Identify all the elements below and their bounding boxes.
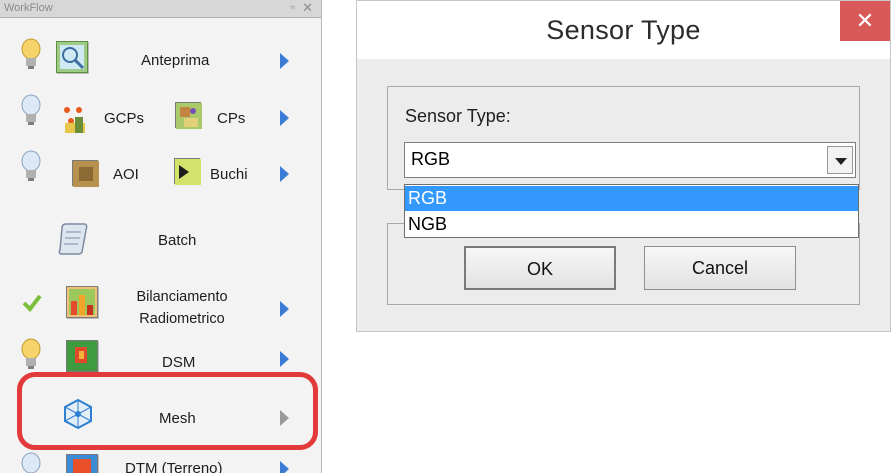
panel-titlebar: WorkFlow ₕ ✕ [0,0,321,18]
workflow-item-bilanciamento[interactable]: Bilanciamento Radiometrico [0,282,321,338]
cancel-button[interactable]: Cancel [644,246,796,290]
lightbulb-icon [21,94,41,125]
chevron-right-icon[interactable] [278,165,290,183]
chevron-right-icon[interactable] [278,350,290,368]
close-icon[interactable]: ✕ [840,1,890,41]
item-label: Bilanciamento Radiometrico [136,289,228,327]
aoi-icon [72,160,99,187]
sensor-type-label: Sensor Type: [405,106,511,126]
chevron-down-icon[interactable] [827,146,853,174]
lightbulb-icon [21,452,41,473]
dialog-title: Sensor Type [546,15,701,45]
item-label: Anteprima [141,52,210,69]
workflow-item-anteprima[interactable]: Anteprima [0,34,321,84]
ok-button[interactable]: OK [464,246,616,290]
scroll-icon [56,222,90,256]
chevron-right-icon[interactable] [278,300,290,318]
panel-title: WorkFlow [4,2,53,14]
dialog-titlebar: Sensor Type ✕ [357,1,890,59]
buchi-icon [174,158,201,185]
sensor-type-select[interactable]: RGB [404,142,856,178]
item-label: GCPs [104,110,145,127]
radiometric-icon [66,286,98,318]
mesh-highlight-annotation [17,372,318,450]
gcps-icon [60,104,86,133]
sensor-type-dropdown-list: RGB NGB [404,184,859,238]
preview-icon [56,41,88,73]
option-rgb[interactable]: RGB [405,186,858,211]
item-label-2: Buchi [210,166,248,183]
item-label: DTM (Terreno) [125,460,223,473]
selected-value: RGB [411,149,451,169]
item-label: Batch [158,232,197,249]
item-label: DSM [162,354,196,371]
close-icon[interactable]: ✕ [302,0,313,16]
dsm-icon [66,340,98,372]
workflow-item-batch[interactable]: Batch [0,218,321,268]
item-label-2: CPs [217,110,246,127]
workflow-item-gcps[interactable]: GCPs CPs [0,92,321,142]
workflow-item-dtm[interactable]: DTM (Terreno) [0,452,321,473]
workflow-item-aoi[interactable]: AOI Buchi [0,148,321,198]
lightbulb-icon [21,38,41,69]
checkmark-icon [22,294,42,312]
sensor-type-dialog: Sensor Type ✕ Sensor Type: RGB OK Cancel… [356,0,891,332]
workflow-panel: WorkFlow ₕ ✕ Anteprima GCPs CPs AOI Buch… [0,0,322,473]
chevron-right-icon[interactable] [278,52,290,70]
pin-icon[interactable]: ₕ [291,1,295,12]
lightbulb-icon [21,338,41,369]
lightbulb-icon [21,150,41,181]
cps-icon [175,102,202,129]
item-label: AOI [113,166,139,183]
sensor-type-group: Sensor Type: RGB [387,86,860,190]
option-ngb[interactable]: NGB [405,212,858,237]
chevron-right-icon[interactable] [278,109,290,127]
chevron-right-icon[interactable] [278,460,290,473]
dtm-icon [66,454,98,473]
